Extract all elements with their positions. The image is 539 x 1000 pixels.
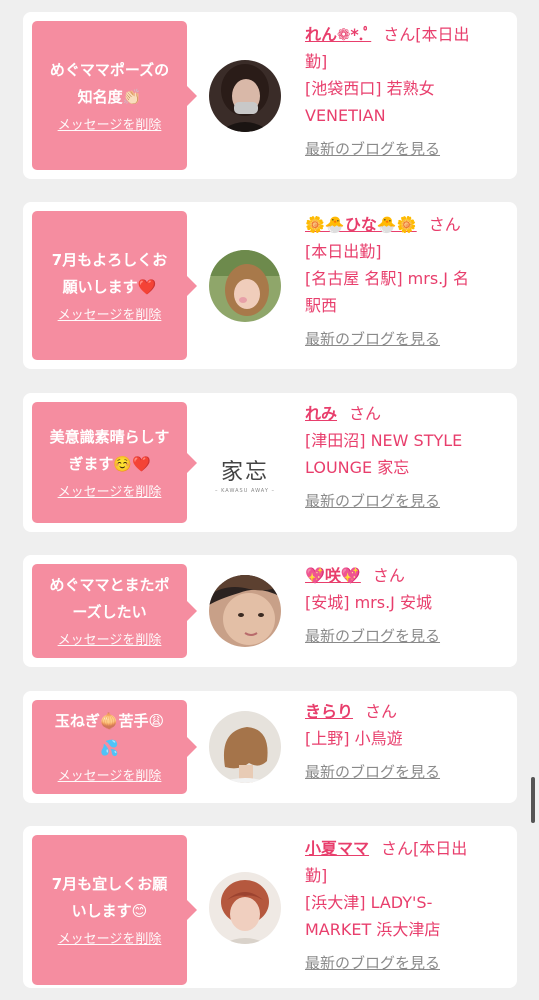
cast-info: 🌼🐣ひな🐣🌼 さん [本日出勤] [名古屋 名駅] mrs.J 名 駅西 最新のブ… xyxy=(305,211,505,349)
status-label: [本日出 xyxy=(415,25,470,44)
info-line: 勤] xyxy=(305,866,328,885)
delete-message-link[interactable]: メッセージを削除 xyxy=(58,632,162,650)
info-line: [本日出勤] xyxy=(305,242,382,261)
delete-message-link[interactable]: メッセージを削除 xyxy=(58,931,162,949)
delete-message-link[interactable]: メッセージを削除 xyxy=(58,484,162,502)
woman-outdoor-portrait-icon xyxy=(209,250,281,322)
woman-portrait-icon xyxy=(209,60,281,132)
message-text-line: 7月も宜しくお願 xyxy=(51,875,168,893)
message-text-line: 美意識素晴らしす xyxy=(49,427,170,446)
honorific-label: さん xyxy=(365,702,398,721)
info-line: [上野] 小鳥遊 xyxy=(305,729,403,748)
honorific-label: さん xyxy=(428,215,461,234)
avatar[interactable] xyxy=(209,872,281,944)
cast-name-link[interactable]: れみ xyxy=(305,404,337,423)
info-line: VENETIAN xyxy=(305,106,386,125)
cast-name-link[interactable]: 🌼🐣ひな🐣🌼 xyxy=(305,215,417,234)
message-bubble: 玉ねぎ🧅苦手😩 💦 メッセージを削除 xyxy=(32,700,197,794)
message-text-line: 7月もよろしくお xyxy=(51,250,168,269)
short-red-hair-icon xyxy=(209,872,281,944)
message-card: 7月も宜しくお願 いします😊 メッセージを削除 小夏ママ さん[本日出 勤] [浜… xyxy=(23,826,517,988)
cast-info: 小夏ママ さん[本日出 勤] [浜大津] LADY'S- MARKET 浜大津店 … xyxy=(305,835,505,973)
message-text-line: ぎます☺️❤️ xyxy=(68,454,151,473)
info-line: LOUNGE 家忘 xyxy=(305,458,410,477)
message-text-line: 💦 xyxy=(100,739,119,757)
message-bubble: 美意識素晴らしす ぎます☺️❤️ メッセージを削除 xyxy=(32,402,197,523)
message-text-line: いします😊 xyxy=(71,902,148,920)
info-line: [浜大津] LADY'S- xyxy=(305,893,433,912)
cast-info: れみ さん [津田沼] NEW STYLE LOUNGE 家忘 最新のブログを見る xyxy=(305,400,505,511)
message-text-line: めぐママポーズの xyxy=(49,60,170,79)
scrollbar[interactable] xyxy=(531,777,535,823)
status-label: [本日出 xyxy=(413,839,468,858)
cast-info: 💖咲💖 さん [安城] mrs.J 安城 最新のブログを見る xyxy=(305,562,505,646)
delete-message-link[interactable]: メッセージを削除 xyxy=(58,307,162,325)
message-bubble: 7月もよろしくお 願いします❤️ メッセージを削除 xyxy=(32,211,197,360)
latest-blog-link[interactable]: 最新のブログを見る xyxy=(305,139,505,159)
avatar[interactable] xyxy=(209,575,281,647)
message-card: めぐママとまたポ ーズしたい メッセージを削除 💖咲💖 さん [安城] mrs.J… xyxy=(23,555,517,667)
honorific-label: さん xyxy=(349,404,382,423)
message-bubble: 7月も宜しくお願 いします😊 メッセージを削除 xyxy=(32,835,197,985)
cast-name-link[interactable]: れん❁*.ﾟ xyxy=(305,25,371,44)
cast-info: きらり さん [上野] 小鳥遊 最新のブログを見る xyxy=(305,698,505,782)
woman-closeup-icon xyxy=(209,575,281,647)
info-line: [安城] mrs.J 安城 xyxy=(305,593,432,612)
bob-hair-back-icon xyxy=(209,711,281,783)
avatar[interactable] xyxy=(209,711,281,783)
message-card: めぐママポーズの 知名度👏🏻 メッセージを削除 れん❁*.ﾟ さん[本日出 勤] … xyxy=(23,12,517,179)
avatar[interactable] xyxy=(209,250,281,322)
message-text-line: 知名度👏🏻 xyxy=(77,87,142,106)
latest-blog-link[interactable]: 最新のブログを見る xyxy=(305,762,505,782)
delete-message-link[interactable]: メッセージを削除 xyxy=(58,768,162,786)
info-line: [池袋西口] 若熟女 xyxy=(305,79,435,98)
message-text-line: ーズしたい xyxy=(72,603,147,621)
honorific-label: さん xyxy=(372,566,405,585)
avatar[interactable] xyxy=(209,60,281,132)
info-line: MARKET 浜大津店 xyxy=(305,920,441,939)
message-text-line: 玉ねぎ🧅苦手😩 xyxy=(54,712,165,730)
message-card: 美意識素晴らしす ぎます☺️❤️ メッセージを削除 家忘 – KAWASU AW… xyxy=(23,393,517,532)
latest-blog-link[interactable]: 最新のブログを見る xyxy=(305,329,505,349)
honorific-label: さん xyxy=(381,839,414,858)
cast-info: れん❁*.ﾟ さん[本日出 勤] [池袋西口] 若熟女 VENETIAN 最新のブ… xyxy=(305,21,505,159)
latest-blog-link[interactable]: 最新のブログを見る xyxy=(305,491,505,511)
info-line: 駅西 xyxy=(305,296,338,315)
latest-blog-link[interactable]: 最新のブログを見る xyxy=(305,953,505,973)
shop-logo-text: 家忘 xyxy=(220,460,269,485)
latest-blog-link[interactable]: 最新のブログを見る xyxy=(305,626,505,646)
info-line: [津田沼] NEW STYLE xyxy=(305,431,463,450)
shop-logo-subtext: – KAWASU AWAY – xyxy=(215,488,275,494)
info-line: 勤] xyxy=(305,52,328,71)
message-bubble: めぐママとまたポ ーズしたい メッセージを削除 xyxy=(32,564,197,658)
honorific-label: さん xyxy=(383,25,416,44)
cast-name-link[interactable]: 小夏ママ xyxy=(305,839,369,858)
message-text-line: 願いします❤️ xyxy=(62,277,157,296)
message-bubble: めぐママポーズの 知名度👏🏻 メッセージを削除 xyxy=(32,21,197,170)
message-text-line: めぐママとまたポ xyxy=(49,576,170,594)
avatar[interactable]: 家忘 – KAWASU AWAY – xyxy=(209,438,281,510)
delete-message-link[interactable]: メッセージを削除 xyxy=(58,117,162,135)
message-card: 7月もよろしくお 願いします❤️ メッセージを削除 🌼🐣ひな🐣🌼 さん [本日出勤… xyxy=(23,202,517,369)
shop-logo-icon: 家忘 – KAWASU AWAY – xyxy=(209,438,281,510)
info-line: [名古屋 名駅] mrs.J 名 xyxy=(305,269,470,288)
cast-name-link[interactable]: きらり xyxy=(305,702,353,721)
cast-name-link[interactable]: 💖咲💖 xyxy=(305,566,361,585)
message-card: 玉ねぎ🧅苦手😩 💦 メッセージを削除 きらり さん [上野] 小鳥遊 最新のブログ… xyxy=(23,691,517,803)
